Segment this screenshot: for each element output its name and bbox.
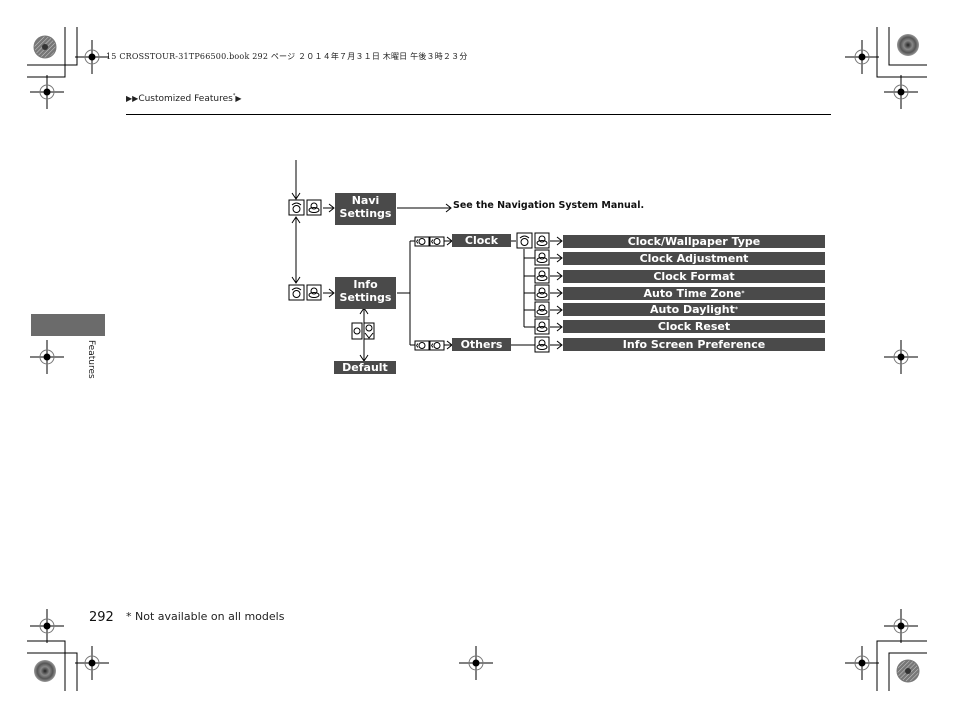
registration-crosshair-icon [30, 340, 64, 374]
selector-knob-icon [534, 284, 550, 301]
press-selector-icon [351, 322, 363, 340]
registration-rosette-icon [897, 34, 919, 56]
selector-knob-icon [306, 284, 322, 301]
setting-label: Auto Time Zone [643, 287, 742, 300]
diagram-connectors [291, 160, 563, 362]
navi-settings-box: Navi Settings [335, 193, 396, 225]
setting-asterisk: * [734, 306, 739, 313]
registration-rosette-icon [34, 660, 56, 682]
phone-button-icon [288, 199, 305, 216]
selector-knob-icon [534, 249, 550, 266]
setting-auto-daylight: Auto Daylight* [563, 303, 825, 316]
setting-asterisk: * [741, 290, 745, 297]
selector-knob-icon [534, 232, 550, 249]
category-clock: Clock [452, 234, 511, 247]
crop-marks [27, 27, 927, 691]
selector-knob-icon [534, 301, 550, 318]
selector-knob-icon [534, 336, 550, 353]
selector-knob-icon [534, 267, 550, 284]
registration-crosshair-icon [30, 609, 64, 643]
setting-label: Info Screen Preference [622, 338, 766, 351]
footnote: * Not available on all models [126, 610, 285, 623]
setting-clock-wallpaper-type: Clock/Wallpaper Type [563, 235, 825, 248]
setting-label: Clock Format [653, 270, 735, 283]
selector-knob-icon [306, 199, 322, 216]
registration-crosshair-icon [459, 646, 493, 680]
info-settings-box: Info Settings [335, 277, 396, 309]
registration-crosshair-icon [884, 609, 918, 643]
setting-info-screen-preference: Info Screen Preference [563, 338, 825, 351]
registration-crosshair-icon [75, 646, 109, 680]
navi-settings-line2: Settings [339, 207, 392, 220]
phone-button-icon [516, 232, 533, 249]
navi-settings-line1: Navi [351, 194, 380, 207]
category-others: Others [452, 338, 511, 351]
registration-crosshair-icon [75, 40, 109, 74]
rotate-selector-icon [429, 236, 445, 247]
setting-clock-reset: Clock Reset [563, 320, 825, 333]
info-settings-line2: Settings [339, 291, 392, 304]
press-selector-icon [363, 322, 375, 340]
rotate-selector-icon [429, 340, 445, 351]
setting-clock-adjustment: Clock Adjustment [563, 252, 825, 265]
setting-label: Clock Reset [657, 320, 731, 333]
registration-crosshair-icon [884, 340, 918, 374]
setting-label: Clock Adjustment [639, 252, 749, 265]
rotate-selector-icon [414, 236, 430, 247]
registration-crosshairs [30, 40, 918, 680]
selector-knob-icon [534, 318, 550, 335]
setting-label: Auto Daylight [649, 303, 735, 316]
phone-button-icon [288, 284, 305, 301]
setting-auto-time-zone: Auto Time Zone* [563, 287, 825, 300]
rotate-selector-icon [414, 340, 430, 351]
default-box: Default [334, 361, 396, 374]
setting-label: Clock/Wallpaper Type [627, 235, 761, 248]
registration-crosshair-icon [884, 75, 918, 109]
registration-crosshair-icon [845, 646, 879, 680]
registration-crosshair-icon [30, 75, 64, 109]
setting-clock-format: Clock Format [563, 270, 825, 283]
page-number: 292 [89, 610, 114, 625]
navi-note: See the Navigation System Manual. [453, 200, 645, 211]
registration-crosshair-icon [845, 40, 879, 74]
info-settings-line1: Info [353, 278, 378, 291]
